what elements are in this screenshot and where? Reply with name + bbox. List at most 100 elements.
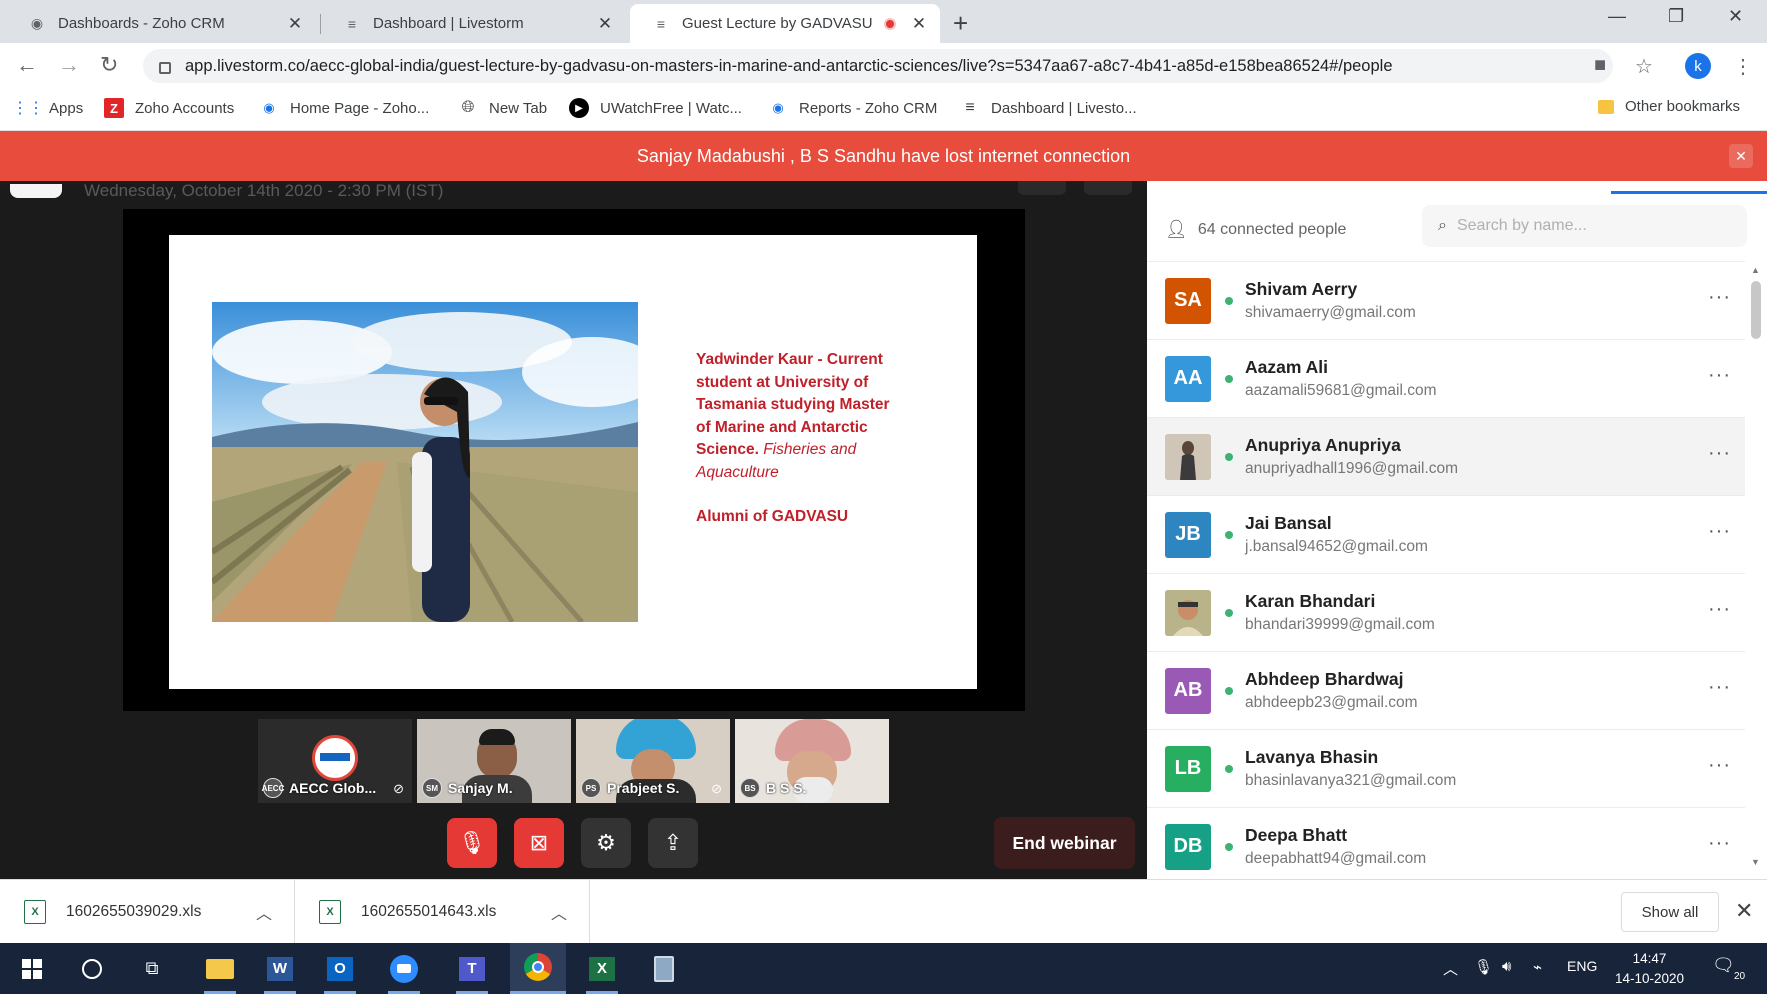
search-input[interactable] <box>1456 217 1727 235</box>
video-tile-prabjeet[interactable]: PS Prabjeet S. ⊘ <box>576 719 730 803</box>
tab-livestorm-dashboard[interactable]: ≡ Dashboard | Livestorm ✕ <box>321 4 626 43</box>
restore-icon[interactable]: ❐ <box>1668 6 1684 27</box>
bookmark-reports-zoho[interactable]: ◉ Reports - Zoho CRM <box>768 98 937 118</box>
more-options-icon[interactable]: ··· <box>1708 832 1731 855</box>
video-tile-aecc[interactable]: AECC AECC Glob... ⊘ <box>258 719 412 803</box>
video-tile-sanjay[interactable]: SM Sanjay M. <box>417 719 571 803</box>
list-item[interactable]: AA Aazam Ali aazamali59681@gmail.com ··· <box>1147 339 1745 417</box>
video-tile-bss[interactable]: BS B S S. <box>735 719 889 803</box>
header-button[interactable] <box>1018 181 1066 195</box>
teams-icon[interactable]: T <box>444 943 500 994</box>
person-email: j.bansal94652@gmail.com <box>1245 538 1428 555</box>
profile-avatar[interactable]: k <box>1685 53 1711 79</box>
window-close-icon[interactable]: ✕ <box>1728 6 1743 27</box>
bookmark-new-tab[interactable]: 🌐︎ New Tab <box>458 98 548 118</box>
language-indicator[interactable]: ENG <box>1567 958 1597 974</box>
chevron-up-icon[interactable]: ︿ <box>551 900 567 924</box>
outlook-icon[interactable]: O <box>312 943 368 994</box>
mute-mic-button[interactable]: 🎙︎ <box>447 818 497 868</box>
list-item[interactable]: Karan Bhandari bhandari39999@gmail.com ·… <box>1147 573 1745 651</box>
download-item[interactable]: X 1602655039029.xls ︿ <box>0 880 295 944</box>
more-options-icon[interactable]: ··· <box>1708 598 1731 621</box>
person-name: Jai Bansal <box>1245 513 1332 533</box>
list-item[interactable]: SA Shivam Aerry shivamaerry@gmail.com ··… <box>1147 261 1745 339</box>
close-icon[interactable]: ✕ <box>286 14 304 34</box>
close-icon[interactable]: ✕ <box>910 14 928 34</box>
menu-kebab-icon[interactable]: ⋮ <box>1733 54 1753 79</box>
windows-start-icon[interactable] <box>4 943 60 994</box>
people-list-scrollbar[interactable]: ▲ ▼ <box>1747 265 1763 873</box>
search-circle-icon[interactable] <box>64 943 120 994</box>
tab-guest-lecture[interactable]: ≡ Guest Lecture by GADVASU ✕ <box>630 4 940 43</box>
more-options-icon[interactable]: ··· <box>1708 676 1731 699</box>
clock-date: 14-10-2020 <box>1615 971 1685 986</box>
taskbar-clock[interactable]: 14:47 14-10-2020 <box>1615 949 1684 989</box>
scroll-up-icon[interactable]: ▲ <box>1751 265 1760 275</box>
tab-zoho-crm[interactable]: ◉ Dashboards - Zoho CRM ✕ <box>6 4 316 43</box>
camera-off-icon: ⊠ <box>529 830 549 855</box>
header-button[interactable] <box>1084 181 1132 195</box>
avatar: AA <box>1165 355 1211 402</box>
more-options-icon[interactable]: ··· <box>1708 520 1731 543</box>
address-bar[interactable]: app.livestorm.co/aecc-global-india/guest… <box>143 49 1613 83</box>
more-options-icon[interactable]: ··· <box>1708 286 1731 309</box>
word-icon[interactable]: W <box>252 943 308 994</box>
share-screen-button[interactable]: ⇪ <box>648 818 698 868</box>
reload-icon[interactable]: ↻ <box>100 52 118 78</box>
participant-initials: SM <box>422 778 442 798</box>
close-download-bar-icon[interactable]: ✕ <box>1735 898 1753 924</box>
person-icon: 👤︎ <box>1165 219 1188 239</box>
bookmark-star-icon[interactable]: ☆ <box>1635 54 1653 79</box>
avatar: JB <box>1165 511 1211 558</box>
bookmark-zoho-accounts[interactable]: Z Zoho Accounts <box>104 98 234 118</box>
tray-chevron-up-icon[interactable]: ︿ <box>1443 958 1458 979</box>
lock-icon <box>159 62 171 74</box>
bookmark-home-zoho[interactable]: ◉ Home Page - Zoho... <box>259 98 429 118</box>
list-item[interactable]: Anupriya Anupriya anupriyadhall1996@gmai… <box>1147 417 1745 495</box>
list-item[interactable]: JB Jai Bansal j.bansal94652@gmail.com ··… <box>1147 495 1745 573</box>
bookmark-other[interactable]: Other bookmarks <box>1598 98 1740 115</box>
notification-center-icon[interactable]: 🗨︎ <box>1712 955 1735 976</box>
scrollbar-thumb[interactable] <box>1751 281 1761 339</box>
alert-close-button[interactable]: ✕ <box>1729 144 1753 168</box>
network-icon[interactable]: ⌁ <box>1533 958 1542 976</box>
person-email: deepabhatt94@gmail.com <box>1245 850 1427 867</box>
chrome-icon[interactable] <box>510 943 566 994</box>
task-view-icon[interactable]: ⧉ <box>124 943 180 994</box>
bookmark-label: Home Page - Zoho... <box>290 99 430 117</box>
list-item[interactable]: AB Abhdeep Bhardwaj abhdeepb23@gmail.com… <box>1147 651 1745 729</box>
file-explorer-icon[interactable] <box>192 943 248 994</box>
calculator-icon[interactable] <box>636 943 692 994</box>
camera-icon[interactable]: ■ <box>1594 54 1606 77</box>
download-item[interactable]: X 1602655014643.xls ︿ <box>295 880 590 944</box>
new-tab-button[interactable]: + <box>953 8 968 39</box>
list-item[interactable]: DB Deepa Bhatt deepabhatt94@gmail.com ··… <box>1147 807 1745 885</box>
camera-off-button[interactable]: ⊠ <box>514 818 564 868</box>
more-options-icon[interactable]: ··· <box>1708 754 1731 777</box>
show-all-downloads-button[interactable]: Show all <box>1621 892 1719 932</box>
minimize-icon[interactable]: — <box>1608 6 1626 27</box>
bookmark-apps[interactable]: ⋮⋮ Apps <box>12 98 83 118</box>
people-search[interactable]: ⌕ <box>1422 205 1747 247</box>
bookmark-dashboard-livestorm[interactable]: ≡ Dashboard | Livesto... <box>960 98 1136 118</box>
online-status-icon <box>1225 452 1233 461</box>
bookmark-label: Other bookmarks <box>1625 98 1741 115</box>
forward-arrow-icon[interactable]: → <box>58 52 80 78</box>
close-icon[interactable]: ✕ <box>596 14 614 34</box>
list-item[interactable]: LB Lavanya Bhasin bhasinlavanya321@gmail… <box>1147 729 1745 807</box>
bookmark-uwatchfree[interactable]: ▶ UWatchFree | Watc... <box>569 98 742 118</box>
settings-button[interactable]: ⚙ <box>581 818 631 868</box>
chevron-up-icon[interactable]: ︿ <box>256 900 272 924</box>
panel-tab-indicator <box>1611 191 1767 194</box>
excel-icon[interactable]: X <box>574 943 630 994</box>
zoom-icon[interactable] <box>376 943 432 994</box>
scroll-down-icon[interactable]: ▼ <box>1751 857 1760 867</box>
volume-icon[interactable]: 🔊︎ <box>1502 958 1511 975</box>
zoho-eye-icon: ◉ <box>772 100 784 115</box>
back-arrow-icon[interactable]: ← <box>16 52 38 78</box>
tab-title: Dashboards - Zoho CRM <box>58 15 225 32</box>
end-webinar-button[interactable]: End webinar <box>994 817 1135 869</box>
more-options-icon[interactable]: ··· <box>1708 442 1731 465</box>
more-options-icon[interactable]: ··· <box>1708 364 1731 387</box>
microphone-icon[interactable]: 🎙︎ <box>1474 958 1493 976</box>
